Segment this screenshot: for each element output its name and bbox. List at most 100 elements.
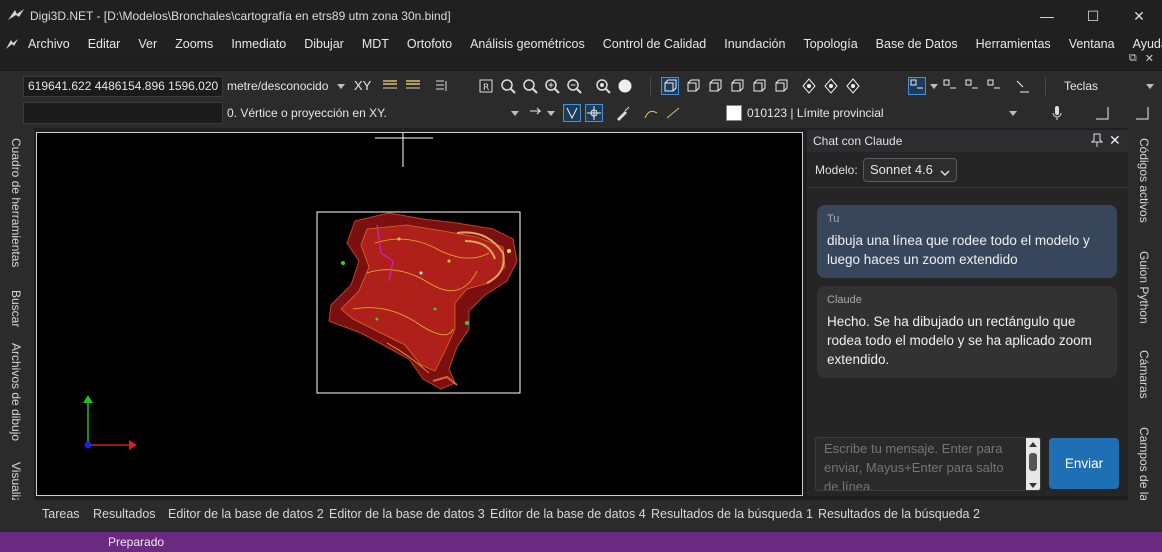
- xy-toggle-button[interactable]: XY: [354, 78, 371, 93]
- snap-option-3-icon[interactable]: [986, 78, 1002, 94]
- capture-mode-icon[interactable]: [908, 77, 926, 95]
- menu-item-6[interactable]: MDT: [353, 37, 398, 51]
- command-input[interactable]: [23, 102, 223, 124]
- capture-mode-caret-icon[interactable]: [930, 84, 938, 89]
- menu-item-9[interactable]: Control de Calidad: [594, 37, 716, 51]
- zoom-out-icon[interactable]: [566, 78, 582, 94]
- model-canvas[interactable]: [37, 133, 803, 496]
- status-text: Preparado: [108, 535, 165, 549]
- measure-icon[interactable]: [1015, 78, 1031, 94]
- tab-db-editor-3[interactable]: Editor de la base de datos 3: [329, 507, 485, 521]
- maximize-button[interactable]: ☐: [1070, 0, 1116, 32]
- model-selector-row: Modelo: Sonnet 4.6: [807, 154, 1128, 188]
- menu-item-13[interactable]: Herramientas: [967, 37, 1060, 51]
- snap-mode-dropdown[interactable]: 0. Vértice o proyección en XY.: [227, 106, 387, 120]
- tab-db-editor-2[interactable]: Editor de la base de datos 2: [168, 507, 324, 521]
- zoom-window-icon[interactable]: R: [478, 78, 494, 94]
- cube-view-4-icon[interactable]: [729, 78, 745, 94]
- message-input[interactable]: [816, 438, 1028, 490]
- tab-python-script[interactable]: Guion Python: [1137, 251, 1151, 324]
- menu-item-5[interactable]: Dibujar: [295, 37, 353, 51]
- menu-item-11[interactable]: Topología: [794, 37, 866, 51]
- message-input-box[interactable]: [815, 437, 1041, 491]
- pen-tool-icon[interactable]: [615, 105, 631, 121]
- snap-mode-caret-icon[interactable]: [511, 111, 519, 116]
- crosshair-icon[interactable]: [585, 104, 603, 122]
- tab-drawing-files[interactable]: Archivos de dibujo: [9, 343, 23, 441]
- cube-view-1-icon[interactable]: [661, 77, 679, 95]
- units-caret-icon[interactable]: [337, 84, 345, 89]
- code-caret-icon[interactable]: [1009, 111, 1017, 116]
- input-scrollbar[interactable]: [1026, 438, 1040, 490]
- snap-option-1-icon[interactable]: [942, 78, 958, 94]
- cube-view-2-icon[interactable]: [685, 78, 701, 94]
- cube-view-3-icon[interactable]: [707, 78, 723, 94]
- microphone-icon[interactable]: [1049, 105, 1065, 121]
- tab-active-codes[interactable]: Códigos activos: [1137, 138, 1151, 223]
- menu-item-14[interactable]: Ventana: [1060, 37, 1124, 51]
- zoom-in-icon[interactable]: [544, 78, 560, 94]
- height-lines-2-icon[interactable]: [405, 77, 421, 93]
- menu-item-8[interactable]: Análisis geométricos: [461, 37, 594, 51]
- menu-item-7[interactable]: Ortofoto: [398, 37, 461, 51]
- coordinates-field[interactable]: 619641.622 4486154.896 1596.020: [23, 76, 223, 97]
- zoom-full-icon[interactable]: [617, 78, 633, 94]
- keys-caret-icon[interactable]: [1146, 84, 1154, 89]
- solid-view-2-icon[interactable]: [823, 78, 839, 94]
- bottom-tab-bar: Tareas Resultados Editor de la base de d…: [0, 500, 1162, 532]
- height-lines-icon[interactable]: [382, 77, 398, 93]
- tab-search-results-2[interactable]: Resultados de la búsqueda 2: [818, 507, 980, 521]
- vertex-snap-icon[interactable]: [563, 104, 581, 122]
- units-dropdown[interactable]: metre/desconocido: [227, 79, 328, 93]
- tab-toolbox[interactable]: Cuadro de herramientas: [9, 138, 23, 267]
- status-bar: Preparado: [0, 532, 1162, 552]
- snap-pointer-caret-icon[interactable]: [547, 111, 555, 116]
- zoom-center-icon[interactable]: [595, 78, 611, 94]
- user-message: Tu dibuja una línea que rodee todo el mo…: [817, 205, 1117, 278]
- assistant-message: Claude Hecho. Se ha dibujado un rectángu…: [817, 286, 1117, 378]
- menu-item-3[interactable]: Zooms: [166, 37, 222, 51]
- model-select[interactable]: Sonnet 4.6: [863, 158, 957, 182]
- arc-tool-icon[interactable]: [643, 105, 659, 121]
- tab-tasks[interactable]: Tareas: [42, 507, 80, 521]
- tab-cameras[interactable]: Cámaras: [1137, 350, 1151, 399]
- tab-search-results-1[interactable]: Resultados de la búsqueda 1: [651, 507, 813, 521]
- minimize-button[interactable]: —: [1024, 0, 1070, 32]
- tab-results[interactable]: Resultados: [93, 507, 156, 521]
- drawing-viewport[interactable]: [36, 132, 803, 496]
- menu-item-1[interactable]: Editar: [79, 37, 130, 51]
- snap-option-2-icon[interactable]: [964, 78, 980, 94]
- chat-close-icon[interactable]: ✕: [1109, 132, 1121, 149]
- line-tool-icon[interactable]: [665, 105, 681, 121]
- mdi-close-button[interactable]: ✕: [1145, 52, 1154, 65]
- chevron-down-icon: [940, 165, 950, 180]
- list-settings-icon[interactable]: [434, 78, 450, 94]
- code-dropdown[interactable]: 010123 | Límite provincial: [747, 106, 884, 120]
- mdi-controls: ⧉ ✕: [1129, 52, 1154, 65]
- zoom-extents-icon[interactable]: [500, 78, 516, 94]
- pin-icon[interactable]: [1090, 133, 1104, 150]
- tab-search[interactable]: Buscar: [9, 290, 23, 327]
- cube-view-5-icon[interactable]: [751, 78, 767, 94]
- menu-bar: Archivo Editar Ver Zooms Inmediato Dibujar MDT…: [0, 32, 1162, 56]
- menu-item-2[interactable]: Ver: [129, 37, 166, 51]
- close-button[interactable]: ✕: [1116, 0, 1162, 32]
- cube-view-6-icon[interactable]: [773, 78, 789, 94]
- solid-view-1-icon[interactable]: [801, 78, 817, 94]
- send-button[interactable]: Enviar: [1049, 438, 1119, 489]
- menu-item-15[interactable]: Ayuda: [1124, 37, 1162, 51]
- tab-db-editor-4[interactable]: Editor de la base de datos 4: [490, 507, 646, 521]
- corner-tool-2-icon[interactable]: [1134, 105, 1150, 121]
- menu-item-4[interactable]: Inmediato: [222, 37, 295, 51]
- solid-view-3-icon[interactable]: [845, 78, 861, 94]
- zoom-previous-icon[interactable]: [522, 78, 538, 94]
- menu-item-12[interactable]: Base de Datos: [867, 37, 967, 51]
- title-bar: Digi3D.NET - [D:\Modelos\Bronchales\cart…: [0, 0, 1162, 32]
- keys-dropdown[interactable]: Teclas: [1064, 79, 1098, 93]
- snap-pointer-icon[interactable]: [528, 105, 544, 121]
- menu-item-10[interactable]: Inundación: [715, 37, 794, 51]
- document-icon[interactable]: [5, 38, 19, 53]
- mdi-restore-button[interactable]: ⧉: [1129, 52, 1137, 65]
- corner-tool-icon[interactable]: [1094, 105, 1110, 121]
- menu-item-0[interactable]: Archivo: [19, 37, 79, 51]
